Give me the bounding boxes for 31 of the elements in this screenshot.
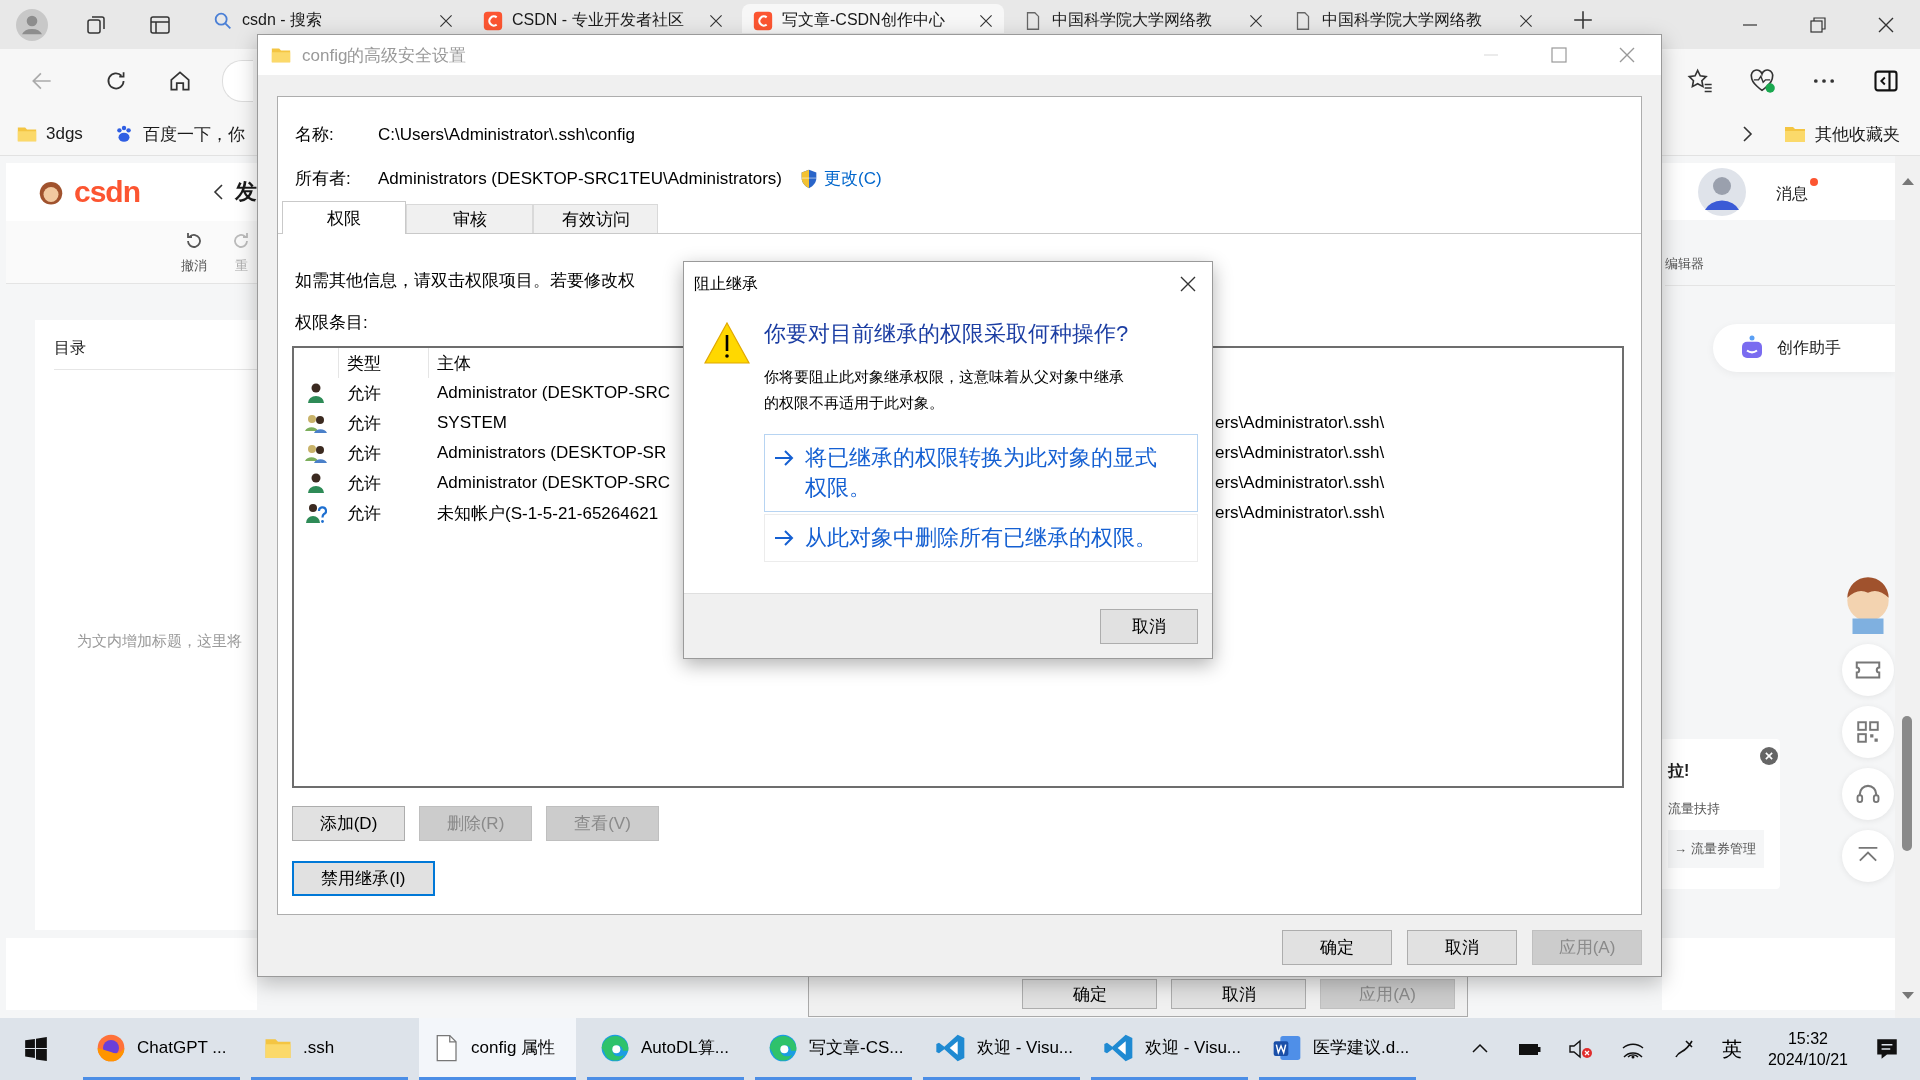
table-cell: 未知帐户(S-1-5-21-65264621	[437, 503, 659, 523]
table-cell-text: 允许	[346, 382, 382, 405]
promo-text: 流量扶持	[1668, 800, 1721, 818]
table-cell: Administrator (DESKTOP-SRC	[437, 383, 670, 402]
field-value: C:\Users\Administrator\.ssh\config	[378, 124, 636, 146]
toc-hint: 为文内增加标题，这里将	[77, 632, 243, 651]
table-cell-text: ers\Administrator\.ssh\	[1215, 473, 1386, 493]
table-cell-text: 允许	[346, 412, 382, 435]
table-cell: Administrators (DESKTOP-SR	[437, 443, 667, 462]
dialog-question: 你要对目前继承的权限采取何种操作?	[764, 320, 1130, 348]
table-cell-text: 允许	[346, 472, 382, 495]
field-label: 所有者:	[295, 168, 352, 190]
table-cell: SYSTEM	[437, 413, 507, 432]
table-cell-text: 允许	[346, 502, 382, 525]
column-header: 类型	[347, 352, 381, 375]
info-text: 如需其他信息，请双击权限项目。若要修改权	[295, 270, 635, 292]
promo-title: 拉!	[1668, 761, 1691, 781]
field-label: 名称:	[295, 124, 335, 146]
logo: csdn	[74, 175, 141, 209]
table-cell: Administrator (DESKTOP-SRC	[437, 473, 670, 492]
dialog-description: 你将要阻止此对象继承权限，这意味着从父对象中继承的权限不再适用于此对象。	[764, 367, 1125, 413]
list-label: 权限条目:	[295, 312, 368, 334]
dialog-title: 阻止继承	[694, 273, 758, 294]
table-cell-text: 允许	[346, 442, 382, 465]
table-cell-text: ers\Administrator\.ssh\	[1215, 443, 1386, 463]
column-header: 主体	[437, 352, 471, 375]
table-cell-text: ers\Administrator\.ssh\	[1215, 503, 1386, 523]
field-value: Administrators (DESKTOP-SRC1TEU\Administrators)	[378, 168, 782, 190]
table-cell-text: ers\Administrator\.ssh\	[1215, 413, 1386, 433]
window-title: config的高级安全设置	[302, 44, 467, 67]
page-title: 发	[235, 178, 257, 206]
